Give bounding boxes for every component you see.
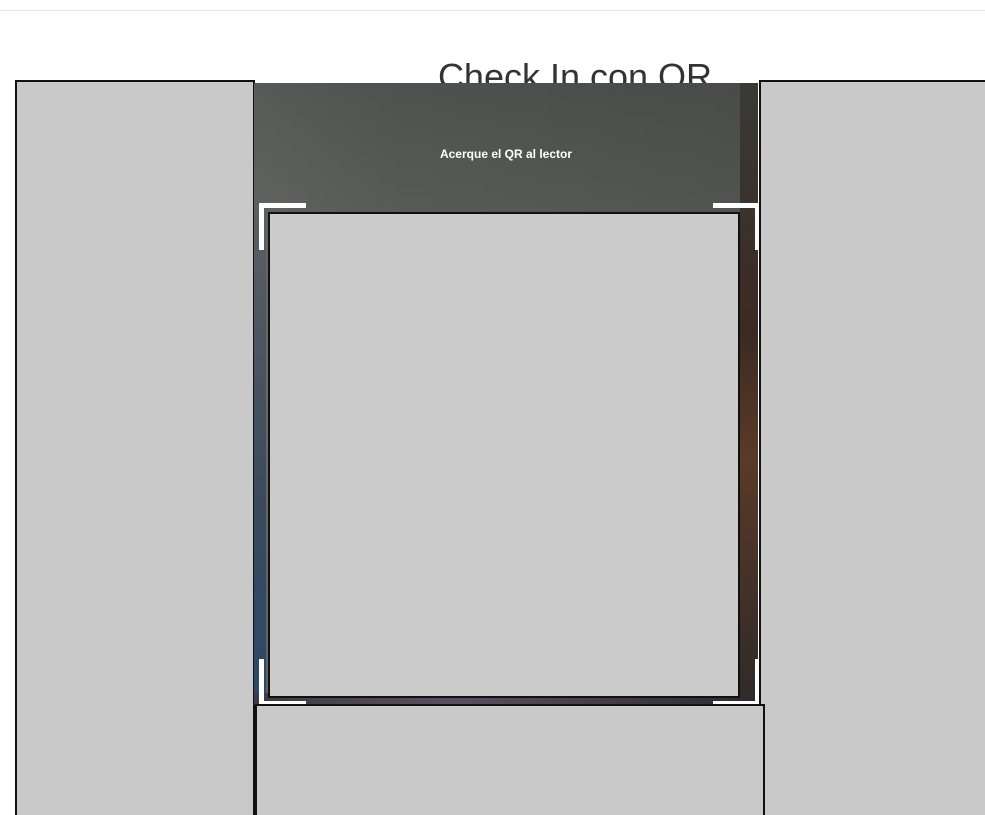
scan-corner-top-right-icon: [713, 203, 760, 250]
camera-feed-edge-right: [740, 83, 758, 705]
scan-corner-top-left-icon: [259, 203, 306, 250]
bottom-placeholder-panel: [255, 704, 765, 815]
left-placeholder-panel: [15, 80, 255, 815]
qr-scan-area: [268, 212, 740, 698]
checkin-page: Check In con QR Acerque el QR al lector: [0, 0, 985, 815]
scan-corner-bottom-right-icon: [713, 659, 760, 706]
scan-corner-bottom-left-icon: [259, 659, 306, 706]
top-divider: [0, 10, 985, 11]
scanner-hint-text: Acerque el QR al lector: [439, 147, 573, 161]
right-placeholder-panel: [759, 80, 985, 815]
camera-feed-edge-left: [254, 203, 266, 703]
